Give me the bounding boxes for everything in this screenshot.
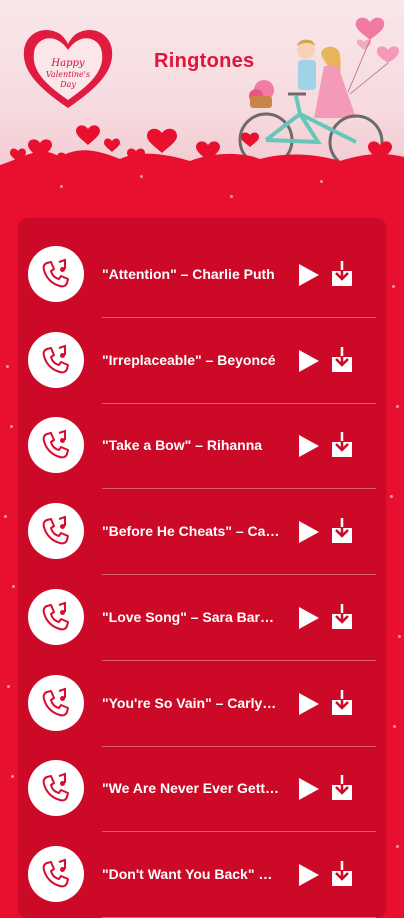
ringtone-row[interactable]: "Attention" – Charlie Puth — [18, 232, 386, 318]
download-icon[interactable] — [329, 602, 355, 632]
phone-music-icon — [28, 331, 84, 388]
ringtone-row[interactable]: "Irreplaceable" – Beyoncé — [18, 318, 386, 404]
download-icon[interactable] — [329, 345, 355, 375]
download-icon[interactable] — [329, 259, 355, 289]
play-icon[interactable] — [297, 862, 321, 888]
play-icon[interactable] — [297, 605, 321, 631]
ringtone-title: "We Are Never Ever Getting Back Together… — [102, 780, 280, 797]
ringtone-row[interactable]: "Love Song" – Sara Bareilles — [18, 575, 386, 661]
ringtone-title: "Take a Bow" – Rihanna — [102, 437, 263, 454]
download-icon[interactable] — [329, 859, 355, 889]
svg-text:Valentine's: Valentine's — [46, 70, 90, 79]
app-header: Happy Valentine's Day Ringtones — [0, 0, 404, 175]
ringtone-title: "Don't Want You Back" – Backstreet Boys — [102, 865, 280, 882]
valentines-badge-logo: Happy Valentine's Day — [23, 30, 113, 108]
download-icon[interactable] — [329, 773, 355, 803]
phone-music-icon — [28, 845, 84, 902]
svg-text:Day: Day — [59, 80, 76, 89]
svg-text:Happy: Happy — [50, 58, 84, 69]
play-icon[interactable] — [297, 691, 321, 717]
play-icon[interactable] — [297, 433, 321, 459]
ringtone-row[interactable]: "You're So Vain" – Carly Simon — [18, 661, 386, 747]
phone-music-icon — [28, 588, 84, 645]
ringtone-title: "Irreplaceable" – Beyoncé — [102, 351, 276, 368]
ringtone-title: "Attention" – Charlie Puth — [102, 266, 275, 282]
ringtone-title: "Love Song" – Sara Bareilles — [102, 608, 280, 625]
ringtone-row[interactable]: "Don't Want You Back" – Backstreet Boys — [18, 832, 386, 918]
ringtone-title: "Before He Cheats" – Carrie Underwood — [102, 523, 280, 540]
phone-music-icon — [28, 246, 84, 302]
ringtone-row[interactable]: "Take a Bow" – Rihanna — [18, 403, 386, 490]
ringtone-row[interactable]: "Before He Cheats" – Carrie Underwood — [18, 489, 386, 576]
phone-music-icon — [28, 503, 84, 560]
phone-music-icon — [28, 674, 84, 731]
ringtone-row[interactable]: "We Are Never Ever Getting Back Together… — [18, 746, 386, 833]
phone-music-icon — [28, 417, 84, 474]
ringtone-title: "You're So Vain" – Carly Simon — [102, 694, 280, 711]
download-icon[interactable] — [329, 688, 355, 718]
play-icon[interactable] — [297, 519, 321, 545]
phone-music-icon — [28, 760, 84, 817]
play-icon[interactable] — [297, 348, 321, 374]
download-icon[interactable] — [329, 430, 355, 460]
play-icon[interactable] — [297, 776, 321, 802]
play-icon[interactable] — [297, 262, 321, 288]
download-icon[interactable] — [329, 516, 355, 546]
